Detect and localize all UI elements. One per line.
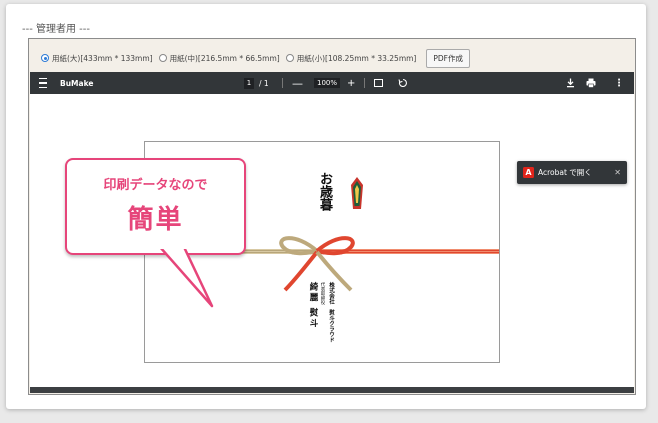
sender-block: 株式会社 熨斗クラウド 代表取締役 綺麗 熨斗 <box>305 282 349 346</box>
open-in-acrobat-button[interactable]: A Acrobat で開く ✕ <box>517 161 627 184</box>
company-name: 株式会社 熨斗クラウド <box>328 282 334 343</box>
acrobat-icon: A <box>523 167 534 178</box>
callout-bubble: 印刷データなので 簡単 <box>65 158 246 255</box>
paper-option-large-label: 用紙(大)[433mm * 133mm] <box>52 53 153 63</box>
rotate-icon-svg <box>398 78 407 87</box>
page-number-input[interactable]: 1 <box>244 77 254 89</box>
paper-size-options: 用紙(大)[433mm * 133mm] 用紙(中)[216.5mm * 66.… <box>41 48 470 68</box>
pdf-page-area: お歳暮 株式会社 熨斗クラウド 代表取締役 綺麗 熨斗 印刷データなので 簡単 <box>30 94 634 387</box>
zoom-out-button[interactable]: — <box>292 72 303 94</box>
paper-option-medium[interactable]: 用紙(中)[216.5mm * 66.5mm] <box>158 53 280 64</box>
zoom-in-button[interactable]: + <box>347 72 355 94</box>
document-title: BuMake <box>60 78 94 88</box>
fit-page-icon[interactable] <box>374 79 383 87</box>
toolbar-divider <box>282 78 283 88</box>
section-label: --- 管理者用 --- <box>22 24 91 35</box>
radio-medium[interactable] <box>158 54 167 62</box>
callout-tail <box>158 244 214 308</box>
pdf-viewer-toolbar: BuMake 1 / 1 — 100% + ⋮ <box>30 72 634 94</box>
pdf-create-button[interactable]: PDF作成 <box>426 48 470 68</box>
representative-title: 代表取締役 <box>320 282 325 305</box>
zoom-level-input[interactable]: 100% <box>314 78 341 88</box>
download-icon-svg <box>567 78 574 88</box>
rotate-icon[interactable] <box>398 72 408 94</box>
paper-option-small[interactable]: 用紙(小)[108.25mm * 33.25mm] <box>285 53 417 64</box>
paper-option-large[interactable]: 用紙(大)[433mm * 133mm] <box>41 53 153 64</box>
close-icon[interactable]: ✕ <box>614 161 621 184</box>
radio-large[interactable] <box>41 54 49 62</box>
download-icon[interactable] <box>566 72 575 94</box>
radio-small[interactable] <box>285 54 294 62</box>
admin-card: --- 管理者用 --- 用紙(大)[433mm * 133mm] 用紙(中)[… <box>6 4 646 409</box>
menu-icon[interactable] <box>38 72 47 94</box>
paper-option-medium-label: 用紙(中)[216.5mm * 66.5mm] <box>169 53 280 63</box>
page-total: / 1 <box>259 78 269 88</box>
acrobat-label: Acrobat で開く <box>538 168 592 177</box>
viewer-bottom-edge <box>30 387 634 393</box>
preview-panel: 用紙(大)[433mm * 133mm] 用紙(中)[216.5mm * 66.… <box>28 38 636 395</box>
print-icon[interactable] <box>586 72 596 94</box>
toolbar-divider <box>364 78 365 88</box>
paper-option-small-label: 用紙(小)[108.25mm * 33.25mm] <box>296 53 417 63</box>
callout-line2: 簡単 <box>127 205 184 235</box>
sender-name: 綺麗 熨斗 <box>308 282 318 329</box>
callout-line1: 印刷データなので <box>103 178 208 193</box>
print-icon-svg <box>586 78 596 88</box>
noshi-ornament-icon <box>351 177 363 209</box>
omote-text: お歳暮 <box>317 172 332 211</box>
more-options-icon[interactable]: ⋮ <box>614 72 624 94</box>
